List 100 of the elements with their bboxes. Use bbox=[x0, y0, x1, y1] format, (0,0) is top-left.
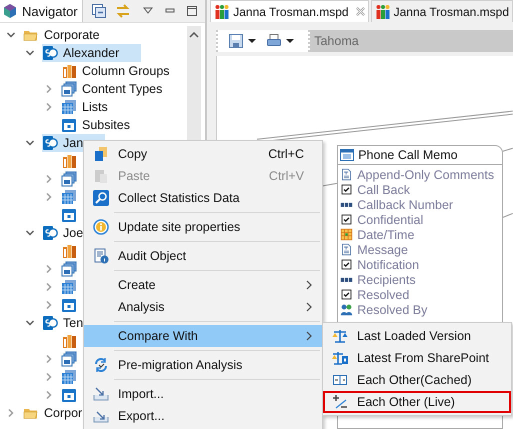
menu-item-label: Copy bbox=[118, 147, 148, 161]
menu-item[interactable]: Analysis bbox=[84, 296, 322, 318]
calendar-icon bbox=[340, 228, 354, 241]
document-icon bbox=[340, 243, 354, 256]
users-icon bbox=[340, 303, 354, 316]
paste-icon bbox=[93, 168, 109, 184]
shortcut-text: Ctrl+C bbox=[268, 147, 304, 161]
shortcut-text: Ctrl+V bbox=[268, 169, 304, 183]
menu-item[interactable]: Export... bbox=[84, 405, 322, 427]
tree-item[interactable]: Ten bbox=[42, 314, 86, 332]
import-icon bbox=[93, 386, 109, 402]
menu-item[interactable]: Collect Statistics Data bbox=[84, 187, 322, 209]
maximize-icon[interactable] bbox=[186, 6, 197, 16]
tree-item[interactable] bbox=[61, 152, 79, 170]
tree-item[interactable]: Content Types bbox=[61, 80, 164, 98]
print-icon[interactable] bbox=[266, 33, 282, 49]
tree-item-label: Column Groups bbox=[82, 64, 170, 78]
menu-item[interactable]: Pre-migration Analysis bbox=[84, 354, 322, 376]
grid-icon bbox=[61, 189, 77, 205]
menu-item-label: Update site properties bbox=[118, 220, 242, 234]
tree-item[interactable] bbox=[61, 242, 79, 260]
document-icon bbox=[340, 168, 354, 181]
tree-item[interactable]: Column Groups bbox=[61, 62, 172, 80]
tree-item[interactable]: Subsites bbox=[61, 116, 132, 134]
chevron-icon[interactable] bbox=[25, 48, 35, 58]
collapse-all-icon[interactable] bbox=[90, 3, 107, 19]
tree-item[interactable] bbox=[61, 350, 79, 368]
field-label: Append-Only Comments bbox=[357, 168, 494, 182]
menu-item[interactable]: Import... bbox=[84, 383, 322, 405]
stacked-windows-icon bbox=[61, 171, 77, 187]
menu-item-label: Import... bbox=[118, 387, 165, 401]
menu-item-label: Last Loaded Version bbox=[357, 329, 472, 343]
plus-minus-icon bbox=[332, 394, 348, 410]
grid-icon bbox=[61, 279, 77, 295]
tree-item[interactable] bbox=[61, 296, 79, 314]
chevron-icon[interactable] bbox=[25, 138, 35, 148]
tree-item[interactable] bbox=[61, 206, 79, 224]
tree-item[interactable] bbox=[61, 188, 79, 206]
columns-icon bbox=[61, 243, 77, 259]
tree-item[interactable] bbox=[61, 260, 79, 278]
menu-item-label: Analysis bbox=[118, 300, 166, 314]
checkbox-icon bbox=[340, 213, 354, 226]
caret-icon[interactable] bbox=[248, 39, 256, 43]
tree-item[interactable]: Joe bbox=[42, 224, 86, 242]
field-label: Notification bbox=[357, 258, 420, 272]
tree-item-label: Content Types bbox=[82, 82, 162, 96]
field-label: Call Back bbox=[357, 182, 410, 196]
menu-item-label: Each Other(Cached) bbox=[357, 373, 473, 387]
navigator-tab[interactable]: Navigator bbox=[0, 0, 83, 22]
menu-item[interactable]: Update site properties bbox=[84, 216, 322, 238]
tree-item[interactable] bbox=[61, 368, 79, 386]
menu-item[interactable]: Compare With bbox=[84, 325, 322, 347]
save-icon[interactable] bbox=[228, 33, 244, 49]
tab-label: Janna Trosman.mspd bbox=[394, 4, 509, 18]
scroll-up-icon[interactable] bbox=[189, 32, 200, 38]
columns-icon bbox=[61, 153, 77, 169]
field-label: Recipients bbox=[357, 272, 416, 286]
tree-item[interactable]: Corpor bbox=[23, 404, 84, 422]
stacked-windows-icon bbox=[61, 261, 77, 277]
chevron-icon[interactable] bbox=[25, 228, 35, 238]
menu-item[interactable]: Create bbox=[84, 274, 322, 296]
editor-tab[interactable]: Janna Trosman.mspd bbox=[210, 0, 369, 22]
tree-item[interactable]: Alexander bbox=[42, 44, 142, 62]
tree-item-label: Subsites bbox=[82, 118, 130, 132]
chevron-icon[interactable] bbox=[25, 318, 35, 328]
editor-tab[interactable]: Janna Trosman.mspd bbox=[370, 0, 513, 22]
menu-item-label: Create bbox=[118, 278, 157, 292]
field-label: Confidential bbox=[357, 212, 424, 226]
field-label: Callback Number bbox=[357, 198, 454, 212]
tree-item[interactable]: Corporate bbox=[23, 26, 102, 44]
tree-item-label: Corpor bbox=[44, 406, 82, 420]
field-label: Resolved bbox=[357, 288, 410, 302]
tree-item[interactable] bbox=[61, 170, 79, 188]
chevron-icon[interactable] bbox=[6, 30, 16, 40]
menu-item-label: Audit Object bbox=[118, 249, 188, 263]
close-icon[interactable] bbox=[356, 7, 365, 16]
tree-item[interactable] bbox=[61, 332, 79, 350]
tree-item-label: Alexander bbox=[63, 46, 120, 60]
search-icon bbox=[93, 190, 109, 206]
scales-icon bbox=[332, 350, 348, 366]
split-panes-icon bbox=[332, 372, 348, 388]
tree-item[interactable] bbox=[61, 386, 79, 404]
window-icon bbox=[339, 147, 356, 163]
document-info-icon bbox=[93, 248, 109, 264]
menu-item[interactable]: Audit Object bbox=[84, 245, 322, 267]
view-menu-icon[interactable] bbox=[142, 6, 153, 16]
checkbox-icon bbox=[340, 183, 354, 196]
tab-label: Janna Trosman.mspd bbox=[233, 4, 349, 18]
tree-item[interactable] bbox=[61, 278, 79, 296]
menu-item-label: Latest From SharePoint bbox=[357, 351, 490, 365]
menu-item-label: Export... bbox=[118, 409, 166, 423]
caret-icon[interactable] bbox=[286, 39, 294, 43]
stacked-windows-icon bbox=[61, 351, 77, 367]
field-label: Message bbox=[357, 242, 408, 256]
field-label: Date/Time bbox=[357, 228, 414, 242]
tree-item[interactable]: Lists bbox=[61, 98, 110, 116]
connector-line bbox=[502, 148, 513, 152]
tree-item-label: Lists bbox=[82, 100, 108, 114]
field-label: Resolved By bbox=[357, 302, 428, 316]
entity-title: Phone Call Memo bbox=[358, 148, 458, 162]
